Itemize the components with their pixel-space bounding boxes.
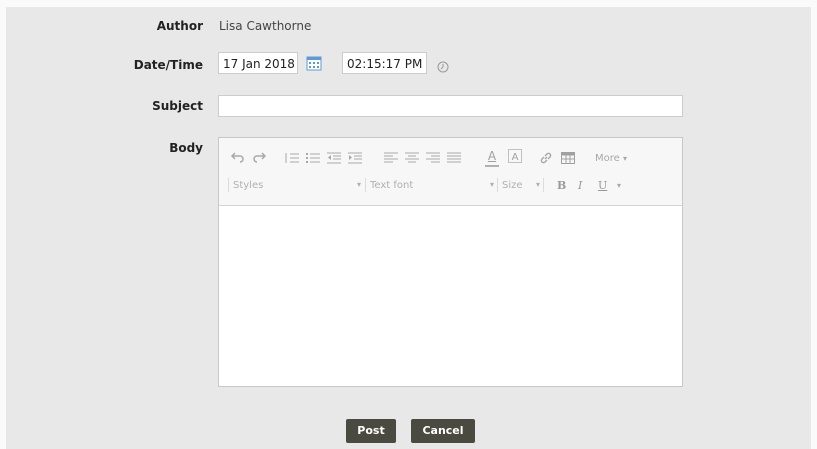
italic-button[interactable]: I [578,179,582,193]
subject-label: Subject [152,99,203,113]
size-dropdown[interactable]: Size ▾ [502,180,540,191]
bg-color-glyph: A [511,152,519,163]
rich-text-editor: A A More ▾ Styles ▾ Text font ▾ Size ▾ B… [218,137,683,387]
background-color-icon[interactable]: A [508,149,522,163]
underline-button[interactable]: U [598,179,607,193]
redo-icon[interactable] [252,152,266,164]
toolbar-separator [365,178,366,192]
align-center-icon[interactable] [405,152,419,164]
font-label: Text font [370,180,414,191]
table-icon[interactable] [561,152,575,164]
subject-input[interactable] [218,95,683,117]
calendar-icon[interactable] [306,55,322,71]
styles-caret-icon: ▾ [356,180,361,189]
more-caret-icon: ▾ [622,154,627,163]
time-input[interactable]: 02:15:17 PM [342,52,427,74]
numbered-list-icon[interactable] [285,152,299,164]
editor-content-area[interactable] [219,206,682,386]
post-button[interactable]: Post [346,419,396,443]
align-right-icon[interactable] [426,152,440,164]
outdent-icon[interactable] [327,152,341,164]
more-label: More [595,153,620,164]
font-color-glyph: A [487,149,497,163]
styles-label: Styles [233,180,264,191]
undo-icon[interactable] [231,152,245,164]
editor-toolbar: A A More ▾ Styles ▾ Text font ▾ Size ▾ B… [219,138,682,206]
size-caret-icon: ▾ [535,180,540,189]
date-input[interactable]: 17 Jan 2018 [218,52,298,74]
indent-icon[interactable] [348,152,362,164]
styles-dropdown[interactable]: Styles ▾ [233,180,361,191]
font-caret-icon: ▾ [489,180,494,189]
align-left-icon[interactable] [384,152,398,164]
datetime-label: Date/Time [133,58,203,72]
format-caret-icon[interactable]: ▾ [617,179,621,193]
clock-icon[interactable] [437,58,449,73]
author-label: Author [156,19,203,33]
size-label: Size [502,180,523,191]
font-color-icon[interactable]: A [485,149,499,167]
cancel-button[interactable]: Cancel [411,419,475,443]
font-dropdown[interactable]: Text font ▾ [370,180,494,191]
body-label: Body [169,141,203,155]
bold-button[interactable]: B [557,179,566,193]
toolbar-separator [228,178,229,192]
toolbar-separator [543,178,544,192]
link-icon[interactable] [539,151,553,165]
bullet-list-icon[interactable] [306,152,320,164]
more-menu[interactable]: More ▾ [595,152,627,166]
toolbar-separator [497,178,498,192]
author-value: Lisa Cawthorne [219,19,312,33]
justify-icon[interactable] [447,152,461,164]
